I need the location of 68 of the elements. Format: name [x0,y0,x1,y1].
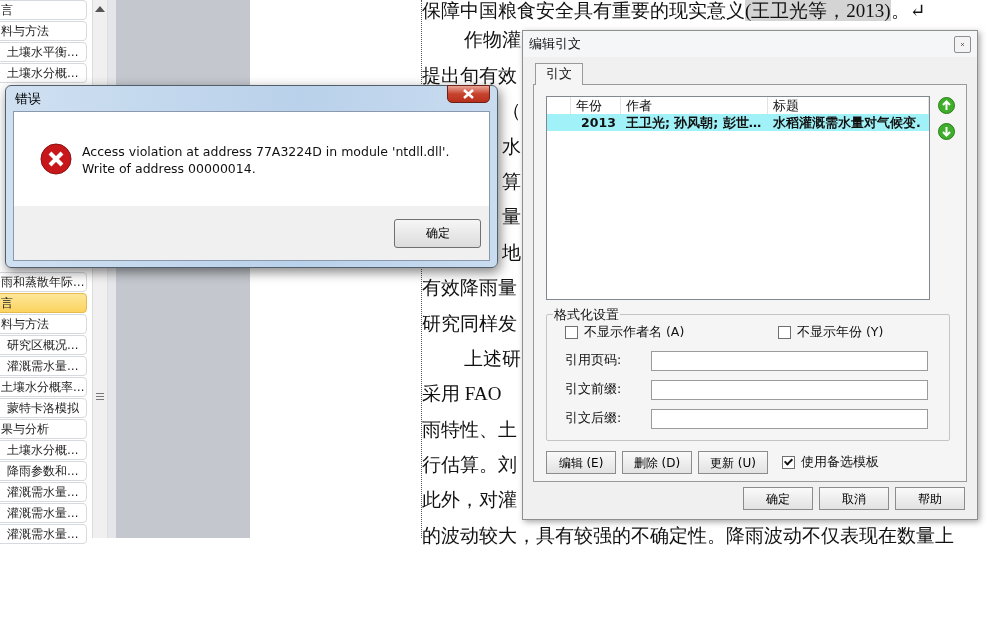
outline-item[interactable]: 灌溉需水量… [0,524,87,544]
checkbox-label[interactable]: 不显示作者名 (A) [584,322,685,342]
document-text: （ [502,100,521,123]
list-cell-text: 水稻灌溉需水量对气候变. [772,114,922,131]
document-text: 行估算。刘 [422,454,517,477]
document-text: 采用 FAO [422,383,502,406]
field-label: 引文前缀: [565,380,623,399]
document-text: 水 [502,135,521,158]
outline-item[interactable]: 蒙特卡洛模拟 [0,398,87,418]
dialog-button[interactable]: 取消 [819,487,889,510]
outline-item[interactable]: 灌溉需水量… [0,356,87,376]
ok-button[interactable]: 确定 [394,218,481,248]
outline-item[interactable]: 土壤水分概率… [0,377,87,397]
scroll-up-icon[interactable] [95,6,105,12]
checkbox[interactable] [778,325,791,339]
document-text: 雨特性、土 [422,418,517,441]
dialog-button[interactable]: 帮助 [895,487,965,510]
checkbox-label[interactable]: 不显示年份 (Y) [797,322,884,342]
outline-item[interactable]: 言 [0,0,87,20]
dialog-title: 错误 [15,90,41,108]
document-text: 算 [502,170,521,193]
checkbox[interactable] [782,456,795,469]
document-text: 保障中国粮食安全具有重要的现实意义(王卫光等，2013)。↵ [422,0,926,22]
document-text: 量 [502,206,521,229]
dialog-title: 编辑引文 [529,35,581,54]
list-cell-text: 2013 [580,114,617,131]
document-text: 上述研 [464,347,521,370]
outline-item[interactable]: 研究区概况… [0,335,87,355]
field-label: 引用页码: [565,351,623,370]
checkbox-label[interactable]: 使用备选模板 [801,453,879,472]
outline-item[interactable]: 降雨参数和… [0,461,87,481]
outline-item[interactable]: 灌溉需水量… [0,482,87,502]
document-text: 此外，对灌 [422,489,517,512]
field-label: 引文后缀: [565,409,623,428]
close-icon [463,89,474,99]
list-row[interactable]: 2013 王卫光; 孙风朝; 彭世… 水稻灌溉需水量对气候变. [547,114,929,131]
error-icon [40,143,72,175]
outline-item[interactable]: 料与方法 [0,21,87,41]
outline-item[interactable]: 土壤水平衡… [0,42,87,62]
outline-item[interactable]: 土壤水分概… [0,440,87,460]
scroll-grip-icon [96,393,104,400]
checkbox[interactable] [565,325,578,339]
outline-item[interactable]: 言 [0,293,87,313]
error-message: Access violation at address 77A3224D in module 'ntdll.dll'. Write of address 00000014. [82,143,451,178]
document-text: 提出旬有效 [422,64,517,87]
input-field[interactable] [651,350,928,371]
document-text: 的波动较大，具有较强的不确定性。降雨波动不仅表现在数量上 [422,524,954,547]
input-field[interactable] [651,408,928,429]
action-button[interactable]: 删除 (D) [622,451,692,474]
document-text: 地 [502,241,521,264]
outline-item[interactable]: 果与分析 [0,419,87,439]
action-button[interactable]: 更新 (U) [698,451,768,474]
document-text: 作物灌 [464,29,521,52]
outline-item[interactable]: 灌溉需水量… [0,503,87,523]
close-button[interactable] [447,85,490,103]
dialog-button[interactable]: 确定 [743,487,813,510]
action-button[interactable]: 编辑 (E) [546,451,616,474]
move-down-icon[interactable] [938,123,955,140]
outline-item[interactable]: 土壤水分概… [0,63,87,83]
outline-item[interactable]: 料与方法 [0,314,87,334]
outline-item[interactable]: 雨和蒸散年际… [0,272,87,292]
document-text: 有效降雨量 [422,277,517,300]
close-icon [961,41,964,48]
tab[interactable]: 引文 [535,63,583,85]
move-up-icon[interactable] [938,97,955,114]
list-cell-text: 王卫光; 孙风朝; 彭世… [625,114,763,131]
input-field[interactable] [651,379,928,400]
document-text: 研究同样发 [422,312,517,335]
